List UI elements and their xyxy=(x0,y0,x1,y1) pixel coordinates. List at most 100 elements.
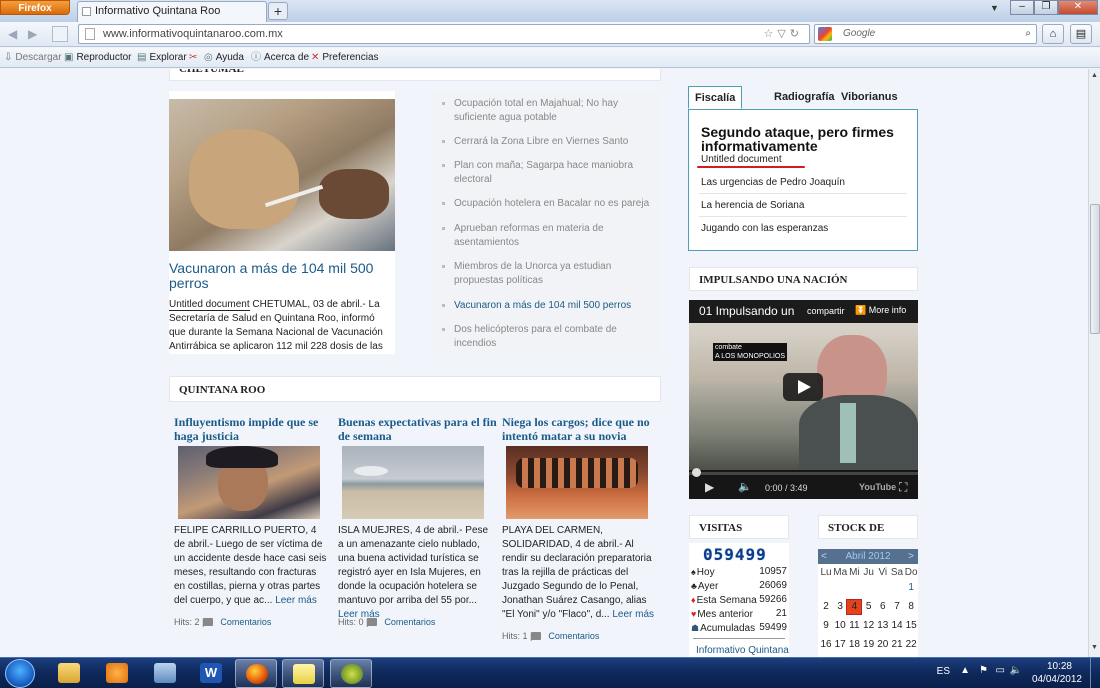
article-1-title[interactable]: Influyentismo impide que se haga justici… xyxy=(174,415,324,443)
calendar-day[interactable]: 1 xyxy=(904,581,918,595)
fiscalia-link[interactable]: Las urgencias de Pedro Joaquín xyxy=(701,177,845,188)
untitled-link[interactable]: Untitled document xyxy=(169,299,250,311)
calendar-day[interactable]: 3 xyxy=(833,600,847,614)
show-hidden-icon[interactable]: ▲ xyxy=(960,665,970,676)
calendar-day[interactable]: 14 xyxy=(890,619,904,633)
tab-fiscalia-social[interactable]: Fiscalía Social xyxy=(688,86,743,127)
language-indicator[interactable]: ES xyxy=(937,666,950,677)
calendar-day[interactable]: 15 xyxy=(904,619,918,633)
list-tabs-icon[interactable]: ▼ xyxy=(990,3,999,13)
video-player[interactable]: 01 Impulsando un compartir ⏬ More info c… xyxy=(689,300,918,499)
window-taskbar-icon[interactable] xyxy=(144,659,186,688)
leer-mas-link[interactable]: Leer más xyxy=(612,609,654,620)
preferencias-button[interactable]: ✕ Preferencias xyxy=(311,48,379,68)
flag-icon[interactable]: ⚑ xyxy=(979,665,988,676)
video-title[interactable]: 01 Impulsando un xyxy=(699,304,794,318)
reproductor-button[interactable]: ▣ Reproductor xyxy=(64,48,131,68)
tab-radiografia[interactable]: Radiografía xyxy=(768,86,841,109)
ayuda-button[interactable]: ◎ Ayuda xyxy=(204,48,244,68)
play-overlay-icon[interactable] xyxy=(783,373,823,401)
youtube-logo[interactable]: YouTube xyxy=(859,482,896,492)
explorer-taskbar-icon[interactable] xyxy=(48,659,90,688)
dog-vaccination-photo[interactable] xyxy=(169,99,395,251)
list-item[interactable]: Ocupación total en Majahual; No hay sufi… xyxy=(442,97,660,125)
network-icon[interactable]: ▭ xyxy=(996,665,1005,676)
fiscalia-headline[interactable]: Segundo ataque, pero firmes informativam… xyxy=(701,125,911,153)
calendar-day[interactable]: 11 xyxy=(847,619,861,633)
media-player-taskbar-icon[interactable] xyxy=(96,659,138,688)
acerca-button[interactable]: ⓘ Acerca de xyxy=(251,48,309,68)
calendar-day[interactable]: 17 xyxy=(833,638,847,652)
scrollbar-thumb[interactable] xyxy=(1090,204,1100,334)
tool-icon[interactable]: ✂ xyxy=(189,48,197,68)
fullscreen-icon[interactable]: ⛶ xyxy=(899,480,907,495)
firefox-taskbar-icon[interactable] xyxy=(235,659,277,688)
calendar-day[interactable]: 19 xyxy=(862,638,876,652)
fiscalia-link[interactable]: Jugando con las esperanzas xyxy=(701,223,828,234)
fiscalia-link[interactable]: La herencia de Soriana xyxy=(701,200,804,211)
search-box[interactable]: Google ⌕ xyxy=(814,24,1037,44)
tab-informativo[interactable]: Informativo Quintana Roo xyxy=(77,1,267,22)
prev-month-button[interactable]: < xyxy=(821,549,827,564)
search-icon[interactable]: ⌕ xyxy=(1025,25,1031,43)
minimize-icon[interactable]: – xyxy=(1010,0,1034,15)
speaker-icon[interactable]: 🔈 xyxy=(1010,665,1022,676)
comentarios-link[interactable]: Comentarios xyxy=(548,631,599,641)
calendar-day[interactable]: 13 xyxy=(876,619,890,633)
list-item[interactable]: Miembros de la Unorca ya estudian propue… xyxy=(442,260,660,288)
progress-handle[interactable] xyxy=(692,468,701,477)
descargar-button[interactable]: ⇩ Descargar xyxy=(4,48,62,68)
word-taskbar-icon[interactable]: W xyxy=(190,659,232,688)
volume-icon[interactable]: 🔈 xyxy=(738,480,752,493)
calendar-day[interactable]: 21 xyxy=(890,638,904,652)
calendar-today[interactable]: 4 xyxy=(846,599,863,615)
video-frame[interactable]: combate A LOS MONOPOLIOS xyxy=(689,323,918,470)
close-window-icon[interactable]: ✕ xyxy=(1058,0,1098,15)
article-2-photo[interactable] xyxy=(342,446,484,519)
tab-viborianus[interactable]: Viborianus xyxy=(835,86,904,109)
calendar-day[interactable]: 9 xyxy=(819,619,833,633)
clock-date[interactable]: 04/04/2012 xyxy=(1032,674,1082,685)
calendar-day[interactable]: 16 xyxy=(819,638,833,652)
scroll-up-icon[interactable]: ▲ xyxy=(1091,72,1098,79)
calendar-day[interactable]: 12 xyxy=(862,619,876,633)
calendar-day[interactable]: 20 xyxy=(876,638,890,652)
new-tab-button[interactable]: + xyxy=(268,2,288,20)
start-button[interactable] xyxy=(5,659,35,688)
leer-mas-link[interactable]: Leer más xyxy=(275,595,317,606)
article-1-photo[interactable] xyxy=(178,446,320,519)
maximize-icon[interactable]: ❐ xyxy=(1034,0,1058,15)
list-item-active[interactable]: Vacunaron a más de 104 mil 500 perros xyxy=(442,299,660,313)
menu-icon[interactable]: ▤ xyxy=(1070,24,1092,44)
next-month-button[interactable]: > xyxy=(908,549,914,564)
share-button[interactable]: compartir xyxy=(807,306,845,316)
article-3-photo[interactable] xyxy=(506,446,648,519)
scroll-down-icon[interactable]: ▼ xyxy=(1091,644,1098,651)
calendar-day[interactable]: 8 xyxy=(904,600,918,614)
show-desktop-button[interactable] xyxy=(1090,658,1100,688)
clock-time[interactable]: 10:28 xyxy=(1047,661,1072,672)
play-icon[interactable]: ▶ xyxy=(705,480,714,494)
calendar-day[interactable]: 7 xyxy=(890,600,904,614)
forward-icon[interactable]: ▶ xyxy=(28,27,37,41)
list-item[interactable]: Dos helicópteros para el combate de ince… xyxy=(442,323,660,351)
calendar-day[interactable]: 18 xyxy=(847,638,861,652)
url-bar[interactable]: www.informativoquintanaroo.com.mx ☆▽↻ xyxy=(78,24,810,44)
list-item[interactable]: Aprueban reformas en materia de asentami… xyxy=(442,222,660,250)
list-item[interactable]: Ocupación hotelera en Bacalar no es pare… xyxy=(442,197,660,211)
vertical-scrollbar[interactable]: ▲ ▼ xyxy=(1088,69,1100,657)
comentarios-link[interactable]: Comentarios xyxy=(384,617,435,627)
article-2-title[interactable]: Buenas expectativas para el fin de seman… xyxy=(338,415,498,443)
home-icon[interactable]: ⌂ xyxy=(1042,24,1064,44)
calendar-day[interactable]: 22 xyxy=(904,638,918,652)
list-item[interactable]: Cerrará la Zona Libre en Viernes Santo xyxy=(442,135,660,149)
featured-title[interactable]: Vacunaron a más de 104 mil 500 perros xyxy=(169,261,389,291)
list-item[interactable]: Plan con maña; Sagarpa hace maniobra ele… xyxy=(442,159,660,187)
more-info-button[interactable]: ⏬ More info xyxy=(855,305,906,316)
progress-track[interactable] xyxy=(689,472,918,475)
comentarios-link[interactable]: Comentarios xyxy=(220,617,271,627)
notes-taskbar-icon[interactable] xyxy=(282,659,324,688)
back-icon[interactable]: ◀ xyxy=(8,27,17,41)
app-taskbar-icon[interactable] xyxy=(330,659,372,688)
calendar-day[interactable]: 10 xyxy=(833,619,847,633)
